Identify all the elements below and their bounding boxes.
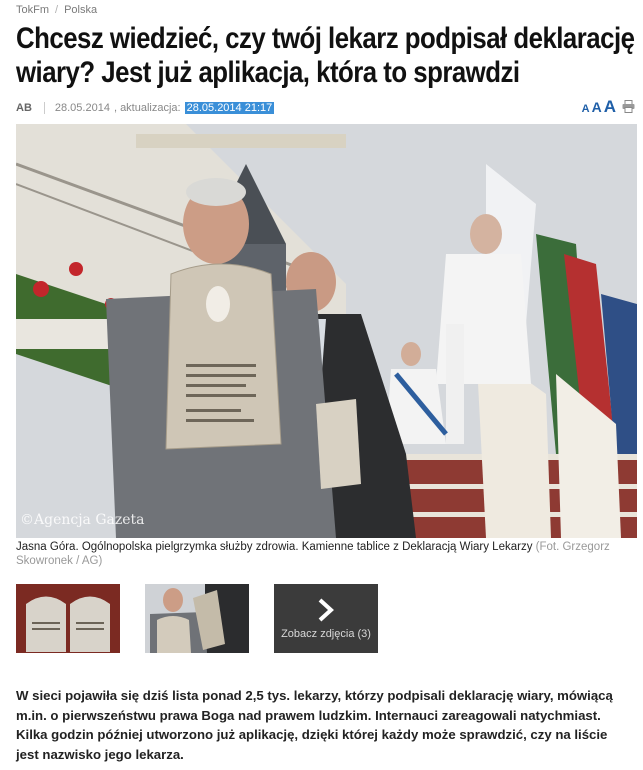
photo-image [16,124,637,538]
thumbnail-image [16,584,120,653]
author[interactable]: AB [16,102,32,114]
publish-date: 28.05.2014 [54,102,110,114]
updated-label: , aktualizacja: [113,102,181,114]
updated-date: 28.05.2014 21:17 [184,102,275,114]
meta-divider [43,102,45,114]
caption-text: Jasna Góra. Ogólnopolska pielgrzymka słu… [16,541,533,553]
see-more-photos-label: Zobacz zdjęcia (3) [281,627,371,640]
article-title: Chcesz wiedzieć, czy twój lekarz podpisa… [16,22,635,89]
printer-icon[interactable] [622,100,635,113]
breadcrumb-item-polska[interactable]: Polska [64,4,97,16]
breadcrumb-separator: / [55,4,59,16]
font-size-medium-button[interactable]: A [592,99,602,115]
gallery-thumbnail[interactable] [145,584,249,653]
article-lead: W sieci pojawiła się dziś lista ponad 2,… [16,688,613,762]
article-meta: AB 28.05.2014 , aktualizacja: 28.05.2014… [16,102,275,114]
photo-caption: Jasna Góra. Ogólnopolska pielgrzymka słu… [16,540,637,568]
thumbnail-image [145,584,249,653]
photo-watermark: ©Agencja Gazeta [20,512,145,528]
font-size-small-button[interactable]: A [582,103,590,115]
font-size-large-button[interactable]: A [604,97,616,117]
gallery-thumbnails: Zobacz zdjęcia (3) [16,584,378,653]
chevron-right-icon [318,598,334,621]
article-tools: A A A [582,97,635,117]
see-more-photos-button[interactable]: Zobacz zdjęcia (3) [274,584,378,653]
main-photo[interactable]: ©Agencja Gazeta [16,124,637,538]
breadcrumb: TokFm / Polska [16,4,97,16]
gallery-thumbnail[interactable] [16,584,120,653]
breadcrumb-item-tokfm[interactable]: TokFm [16,4,49,16]
